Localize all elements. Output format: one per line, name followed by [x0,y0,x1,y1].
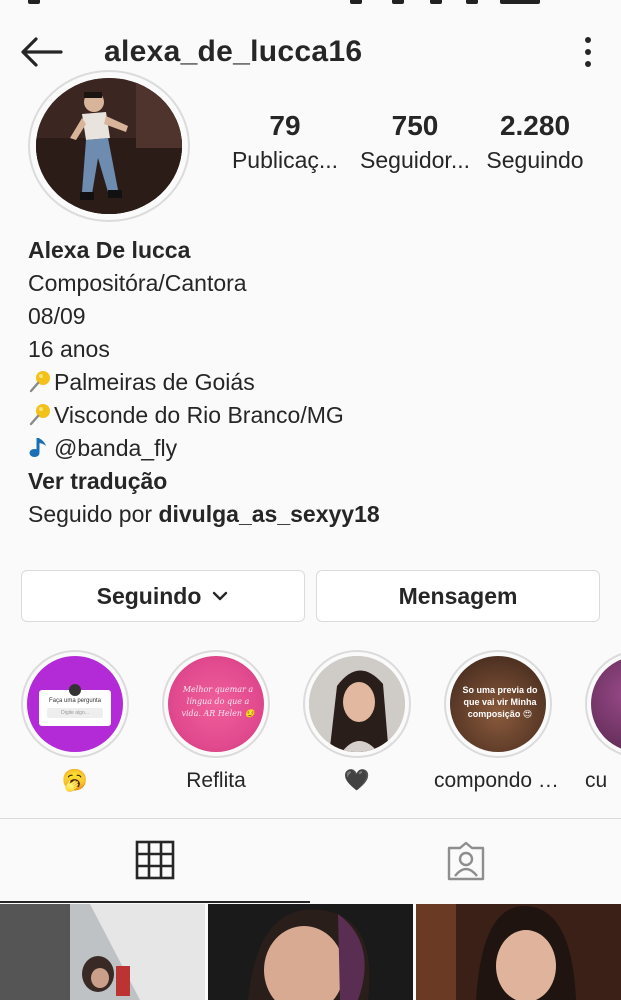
highlight-item[interactable]: 🖤 [293,650,421,794]
highlight-cover: Melhor quemar a língua do que a vida. AR… [168,656,264,752]
followed-by-user[interactable]: divulga_as_sexyy18 [158,501,379,527]
music-handle-link[interactable]: @banda_fly [54,435,177,461]
chevron-down-icon [213,591,228,601]
bio-line: 16 anos [28,336,110,362]
highlight-label: compondo a... [434,769,562,792]
highlight-label: 🖤 [343,769,371,792]
bio-line: 08/09 [28,303,86,329]
profile-username: alexa_de_lucca16 [104,35,363,68]
arrow-left-icon [21,37,63,67]
grid-icon [135,840,175,880]
post-thumbnail[interactable] [416,904,621,1000]
story-highlights: Faça uma pergunta Digite algo... 🥱 Melho… [0,650,621,800]
stat-following[interactable]: 2.280 Seguindo [470,108,600,176]
status-bar [0,0,621,12]
following-label: Seguindo [486,147,584,173]
question-input: Digite algo... [47,708,103,718]
profile-tabs [0,818,621,903]
highlight-item[interactable]: cu [575,650,621,794]
followers-label: Seguidor... [360,147,470,173]
profile-display-name: Alexa De lucca [28,237,191,263]
posts-count: 79 [269,110,301,141]
pushpin-icon [28,369,52,393]
following-count: 2.280 [499,110,571,141]
followed-by-prefix: Seguido por [28,501,159,527]
see-translation-link[interactable]: Ver tradução [28,465,608,498]
tab-posts-grid[interactable] [0,819,310,903]
following-button-label: Seguindo [96,582,202,609]
posts-label: Publicaç... [231,147,339,173]
music-note-icon [28,435,52,459]
highlight-cover: So uma previa do que vai vir Minha compo… [450,656,546,752]
message-button[interactable]: Mensagem [316,570,600,622]
more-vertical-icon [585,37,591,43]
bio-line: Compositóra/Cantora [28,270,247,296]
highlight-quote: Melhor quemar a língua do que a vida. AR… [181,685,255,718]
pushpin-icon [28,402,52,426]
bio-location-1: Palmeiras de Goiás [28,366,608,399]
more-options-button[interactable] [570,32,606,72]
followers-count: 750 [391,110,439,141]
highlight-label: cu [585,769,608,792]
highlight-cover: Faça uma pergunta Digite algo... [27,656,123,752]
message-button-label: Mensagem [398,582,518,609]
highlight-caption: So uma previa do que vai vir Minha compo… [462,685,538,719]
highlight-cover [591,656,621,752]
highlight-item[interactable]: So uma previa do que vai vir Minha compo… [434,650,562,794]
posts-grid [0,904,621,1000]
following-button[interactable]: Seguindo [21,570,305,622]
highlight-item[interactable]: Faça uma pergunta Digite algo... 🥱 [11,650,139,794]
followed-by[interactable]: Seguido por divulga_as_sexyy18 [28,498,608,531]
stat-followers[interactable]: 750 Seguidor... [350,108,480,176]
highlight-cover [309,656,405,752]
bio-location-2: Visconde do Rio Branco/MG [28,399,608,432]
post-thumbnail[interactable] [0,904,205,1000]
question-title: Faça uma pergunta [48,698,102,704]
back-button[interactable] [16,32,66,72]
profile-stats: 79 Publicaç... 750 Seguidor... 2.280 Seg… [220,108,610,188]
highlight-label: 🥱 [61,769,89,792]
avatar [36,78,182,214]
tagged-person-icon [447,841,485,881]
post-thumbnail[interactable] [208,904,413,1000]
highlight-item[interactable]: Melhor quemar a língua do que a vida. AR… [152,650,280,794]
tab-tagged[interactable] [311,819,621,903]
profile-bio: Alexa De lucca Compositóra/Cantora 08/09… [28,234,608,531]
bio-music: @banda_fly [28,432,608,465]
location-text: Visconde do Rio Branco/MG [54,402,344,428]
location-text: Palmeiras de Goiás [54,369,255,395]
stat-posts[interactable]: 79 Publicaç... [220,108,350,176]
profile-avatar-ring[interactable] [28,70,190,222]
highlight-label: Reflita [186,769,246,792]
